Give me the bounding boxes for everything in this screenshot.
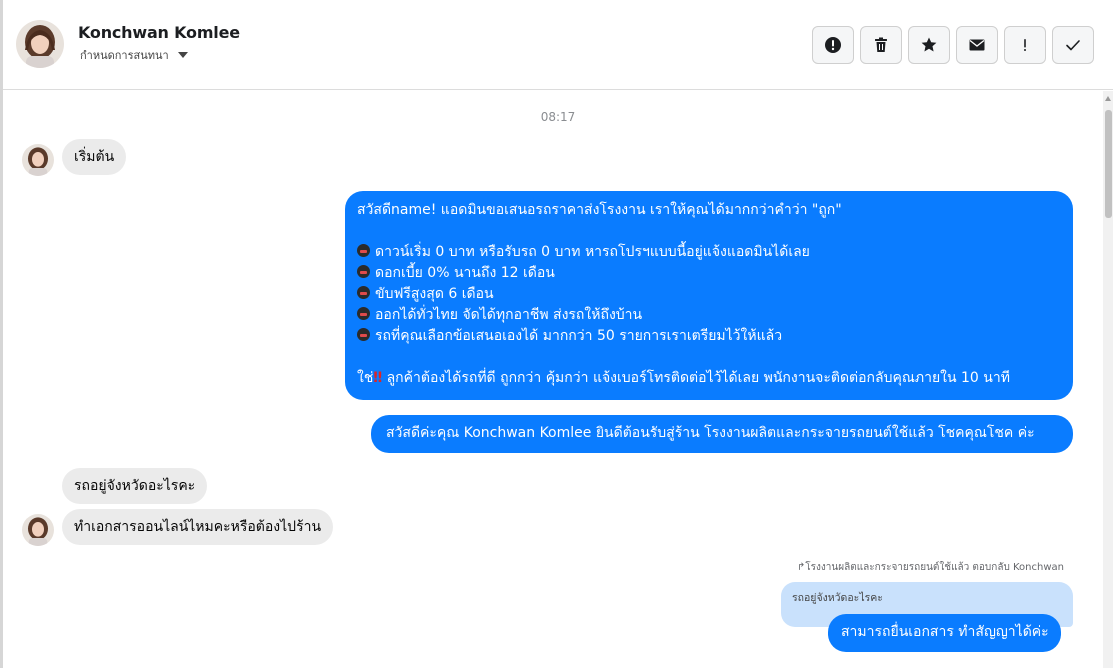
car-emoji-icon <box>357 286 370 299</box>
car-emoji-icon <box>357 328 370 341</box>
message-text: รถอยู่จังหวัดอะไรคะ <box>74 478 196 494</box>
outgoing-reply-message[interactable]: สามารถยื่นเอกสาร ทำสัญญาได้ค่ะ <box>828 614 1061 652</box>
incoming-message[interactable]: ทำเอกสารออนไลน์ไหมคะหรือต้องไปร้าน <box>62 509 334 545</box>
double-exclamation-icon: ‼ <box>373 370 383 386</box>
message-closing-line: ใช่‼ ลูกค้าต้องได้รถที่ดี ถูกกว่า คุ้มกว… <box>357 370 1010 386</box>
checkmark-icon <box>1066 40 1080 51</box>
contact-avatar[interactable] <box>16 20 64 68</box>
scrollbar-thumb[interactable] <box>1105 110 1112 218</box>
car-emoji-icon <box>357 244 370 257</box>
list-item: ดาวน์เริ่ม 0 บาท หรือรับรถ 0 บาท หารถโปร… <box>357 242 1061 263</box>
caret-down-icon <box>177 52 188 58</box>
message-timestamp: 08:17 <box>540 110 576 124</box>
delete-button[interactable] <box>860 26 902 64</box>
envelope-icon <box>969 39 985 51</box>
list-item: รถที่คุณเลือกข้อเสนอเองได้ มากกว่า 50 รา… <box>357 326 1061 347</box>
message-thread: 08:17 เริ่มต้น สวัสดีname! แอดมินขอเสนอร… <box>3 91 1101 668</box>
messenger-window: Konchwan Komlee กำหนดการสนทนา 08:17 เริ่… <box>0 0 1113 668</box>
conversation-header: Konchwan Komlee กำหนดการสนทนา <box>3 0 1113 90</box>
sender-avatar[interactable] <box>22 514 54 546</box>
spam-button[interactable] <box>812 26 854 64</box>
mark-unread-button[interactable] <box>956 26 998 64</box>
message-text: เริ่มต้น <box>74 149 115 165</box>
message-text: สวัสดีname! แอดมินขอเสนอรถราคาส่งโรงงาน … <box>357 202 842 218</box>
reply-arrow-icon: ↱ <box>796 562 806 573</box>
message-text: สามารถยื่นเอกสาร ทำสัญญาได้ค่ะ <box>841 624 1049 640</box>
incoming-message[interactable]: เริ่มต้น <box>62 139 127 175</box>
outgoing-message[interactable]: สวัสดีค่ะคุณ Konchwan Komlee ยินดีต้อนรั… <box>371 415 1073 453</box>
car-emoji-icon <box>357 307 370 320</box>
outgoing-message[interactable]: สวัสดีname! แอดมินขอเสนอรถราคาส่งโรงงาน … <box>345 191 1073 400</box>
sender-avatar[interactable] <box>22 144 54 176</box>
follow-up-button[interactable] <box>1004 26 1046 64</box>
trash-icon <box>875 37 887 52</box>
alert-circle-icon <box>825 37 841 53</box>
list-item: ออกได้ทั่วไทย จัดได้ทุกอาชีพ ส่งรถให้ถึง… <box>357 305 1061 326</box>
list-item: ขับฟรีสูงสุด 6 เดือน <box>357 284 1061 305</box>
incoming-message[interactable]: รถอยู่จังหวัดอะไรคะ <box>62 468 208 504</box>
reply-indicator: ↱โรงงานผลิตและกระจายรถยนต์ใช้แล้ว ตอบกลั… <box>796 562 1064 573</box>
scroll-up-arrow-icon[interactable] <box>1105 96 1111 101</box>
exclamation-icon <box>1024 39 1026 51</box>
assign-conversation-dropdown[interactable]: กำหนดการสนทนา <box>80 46 188 64</box>
contact-name: Konchwan Komlee <box>78 23 240 42</box>
header-toolbar <box>812 26 1094 64</box>
list-item: ดอกเบี้ย 0% นานถึง 12 เดือน <box>357 263 1061 284</box>
car-emoji-icon <box>357 265 370 278</box>
mark-done-button[interactable] <box>1052 26 1094 64</box>
message-text: สวัสดีค่ะคุณ Konchwan Komlee ยินดีต้อนรั… <box>386 425 1035 441</box>
star-icon <box>921 37 937 52</box>
star-button[interactable] <box>908 26 950 64</box>
assign-label: กำหนดการสนทนา <box>80 49 169 62</box>
message-text: ทำเอกสารออนไลน์ไหมคะหรือต้องไปร้าน <box>74 519 322 535</box>
